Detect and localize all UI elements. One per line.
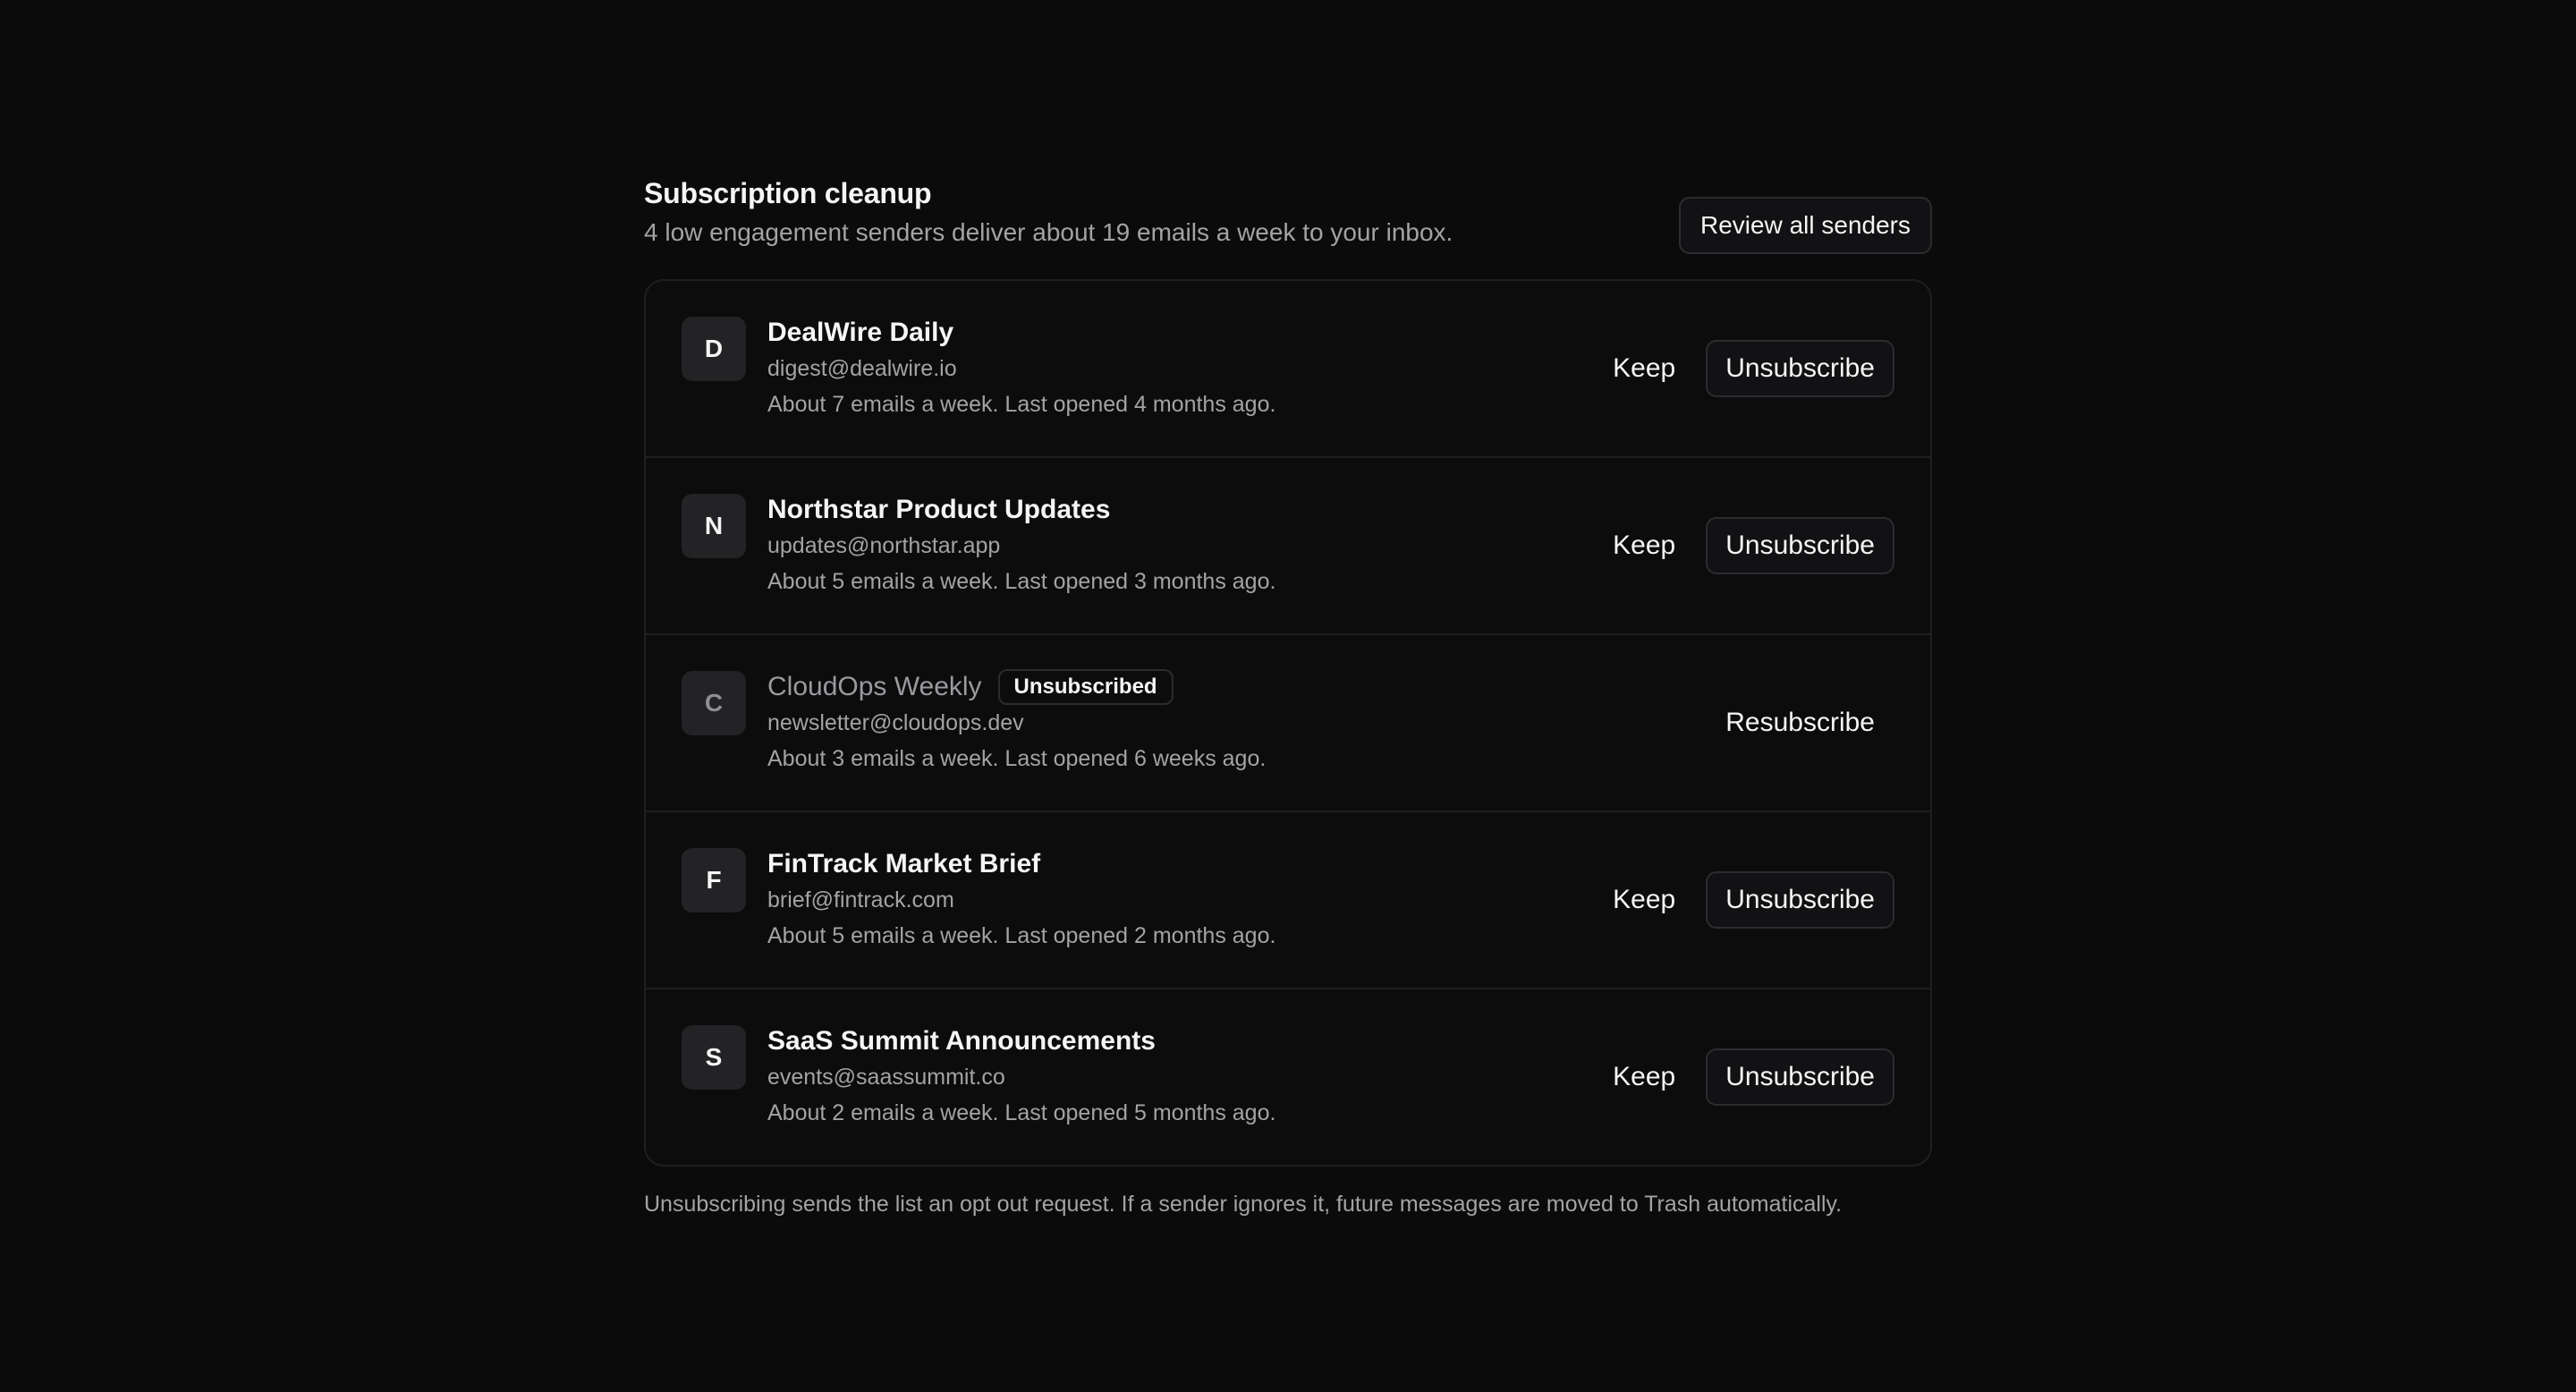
sender-info: DealWire Daily digest@dealwire.io About … xyxy=(767,315,1275,420)
unsubscribe-button[interactable]: Unsubscribe xyxy=(1706,340,1894,397)
footnote: Unsubscribing sends the list an opt out … xyxy=(644,1192,1843,1217)
sender-row-dealwire: D DealWire Daily digest@dealwire.io Abou… xyxy=(646,281,1930,458)
row-actions: Resubscribe xyxy=(1706,694,1894,751)
sender-meta: About 3 emails a week. Last opened 6 wee… xyxy=(767,746,1267,771)
sender-row-fintrack: F FinTrack Market Brief brief@fintrack.c… xyxy=(646,812,1930,989)
row-actions: Keep Unsubscribe xyxy=(1600,1048,1894,1106)
panel-header: Subscription cleanup 4 low engagement se… xyxy=(644,175,1932,254)
unsubscribe-button[interactable]: Unsubscribe xyxy=(1706,1048,1894,1106)
sender-name: FinTrack Market Brief xyxy=(767,849,1041,878)
subscription-cleanup-panel: Subscription cleanup 4 low engagement se… xyxy=(644,175,1932,1220)
unsubscribed-badge: Unsubscribed xyxy=(997,669,1174,705)
avatar: C xyxy=(682,671,746,735)
sender-name-line: Northstar Product Updates xyxy=(767,492,1275,528)
sender-info: CloudOps Weekly Unsubscribed newsletter@… xyxy=(767,669,1266,775)
sender-row-saassummit: S SaaS Summit Announcements events@saass… xyxy=(646,989,1930,1165)
avatar: D xyxy=(682,317,746,381)
sender-name-line: CloudOps Weekly Unsubscribed xyxy=(767,669,1266,705)
row-actions: Keep Unsubscribe xyxy=(1600,340,1894,397)
keep-button[interactable]: Keep xyxy=(1600,517,1688,574)
sender-info: FinTrack Market Brief brief@fintrack.com… xyxy=(767,846,1275,952)
sender-name: CloudOps Weekly xyxy=(767,672,982,701)
row-actions: Keep Unsubscribe xyxy=(1600,871,1894,929)
sender-name: SaaS Summit Announcements xyxy=(767,1026,1156,1056)
unsubscribe-button[interactable]: Unsubscribe xyxy=(1706,517,1894,574)
sender-email: events@saassummit.co xyxy=(767,1065,1005,1090)
sender-info: SaaS Summit Announcements events@saassum… xyxy=(767,1023,1275,1129)
sender-name-line: FinTrack Market Brief xyxy=(767,846,1275,882)
sender-name-line: SaaS Summit Announcements xyxy=(767,1023,1275,1059)
keep-button[interactable]: Keep xyxy=(1600,340,1688,397)
sender-email: updates@northstar.app xyxy=(767,533,1001,558)
sender-name-line: DealWire Daily xyxy=(767,315,1275,351)
sender-meta: About 7 emails a week. Last opened 4 mon… xyxy=(767,392,1276,417)
sender-meta: About 2 emails a week. Last opened 5 mon… xyxy=(767,1100,1276,1125)
keep-button[interactable]: Keep xyxy=(1600,1048,1688,1106)
sender-row-northstar: N Northstar Product Updates updates@nort… xyxy=(646,458,1930,635)
sender-meta: About 5 emails a week. Last opened 3 mon… xyxy=(767,569,1276,594)
sender-name: Northstar Product Updates xyxy=(767,495,1111,524)
sender-meta: About 5 emails a week. Last opened 2 mon… xyxy=(767,923,1276,948)
avatar: F xyxy=(682,848,746,912)
unsubscribe-button[interactable]: Unsubscribe xyxy=(1706,871,1894,929)
review-all-senders-button[interactable]: Review all senders xyxy=(1679,197,1932,254)
sender-email: newsletter@cloudops.dev xyxy=(767,710,1024,735)
sender-info: Northstar Product Updates updates@norths… xyxy=(767,492,1275,598)
sender-row-cloudops: C CloudOps Weekly Unsubscribed newslette… xyxy=(646,635,1930,812)
sender-email: digest@dealwire.io xyxy=(767,356,957,381)
resubscribe-button[interactable]: Resubscribe xyxy=(1706,694,1894,751)
row-actions: Keep Unsubscribe xyxy=(1600,517,1894,574)
sender-list: D DealWire Daily digest@dealwire.io Abou… xyxy=(644,279,1932,1167)
avatar: S xyxy=(682,1025,746,1090)
keep-button[interactable]: Keep xyxy=(1600,871,1688,929)
avatar: N xyxy=(682,494,746,558)
sender-name: DealWire Daily xyxy=(767,318,954,347)
sender-email: brief@fintrack.com xyxy=(767,887,954,912)
